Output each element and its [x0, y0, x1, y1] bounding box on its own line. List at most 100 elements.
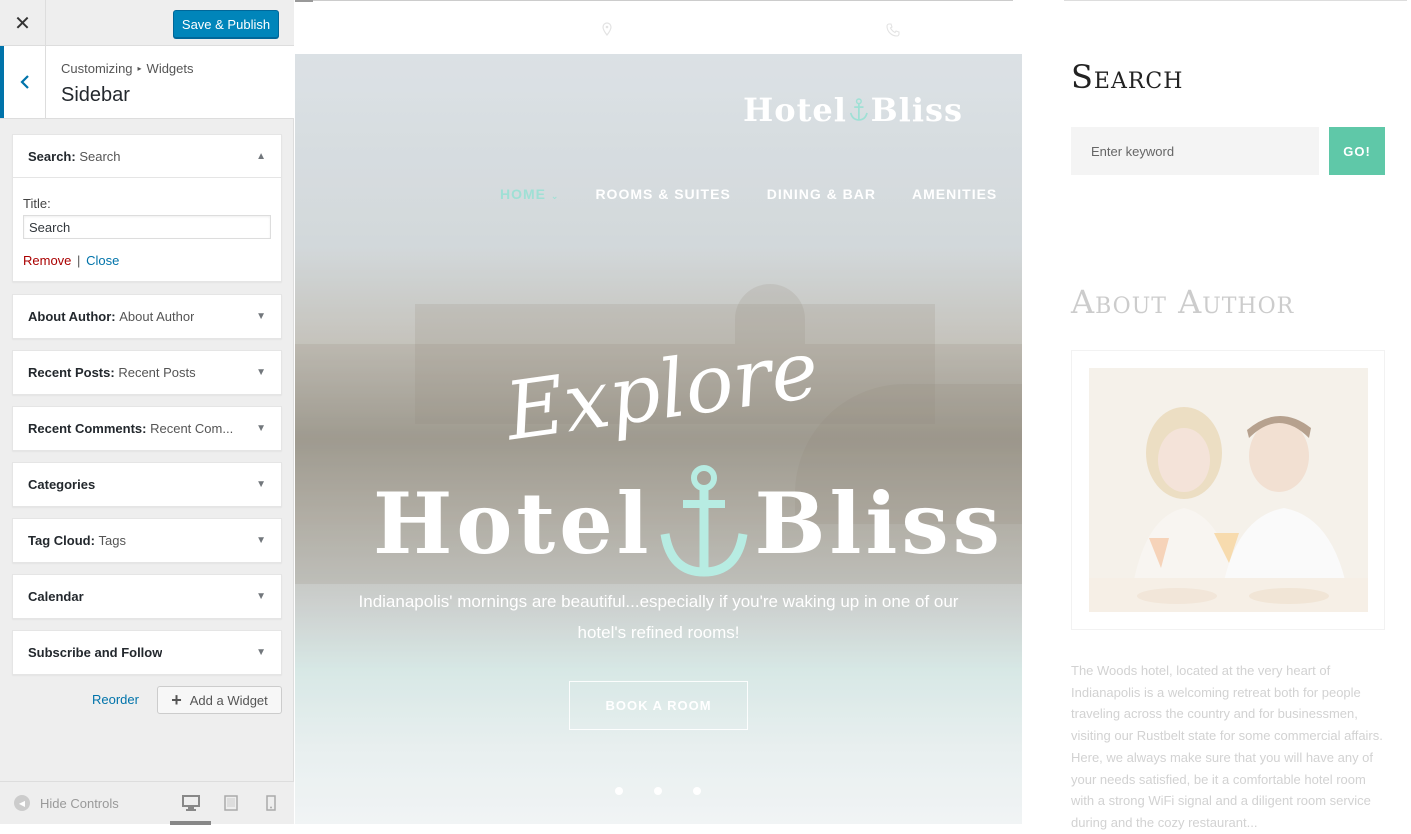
widget-calendar[interactable]: Calendar ▼: [12, 574, 282, 619]
desktop-preview-icon[interactable]: [182, 795, 200, 811]
title-label: Title:: [23, 196, 51, 211]
hero-title-word-1: Hotel: [373, 473, 653, 573]
expand-arrow-icon[interactable]: ▼: [256, 367, 266, 378]
expand-arrow-icon[interactable]: ▼: [256, 647, 266, 658]
chevron-left-icon: [19, 75, 29, 89]
widget-header[interactable]: Categories ▼: [13, 463, 281, 506]
about-author-text: The Woods hotel, located at the very hea…: [1071, 663, 1383, 830]
nav-item-dining-bar[interactable]: DINING & BAR: [767, 186, 876, 202]
expand-arrow-icon[interactable]: ▼: [256, 535, 266, 546]
location-pin-icon: [602, 22, 612, 36]
search-go-button[interactable]: GO!: [1329, 127, 1385, 175]
widget-title: Calendar: [28, 589, 84, 604]
hero-title: Hotel Bliss: [373, 464, 1004, 582]
collapse-icon: ◀: [14, 795, 30, 811]
reorder-link[interactable]: Reorder: [92, 692, 139, 707]
widget-header[interactable]: Search: Search ▲: [13, 135, 281, 178]
widget-title: Categories: [28, 477, 96, 492]
hero-slider: Hotel Bliss HOME ⌄ ROOMS & SUITES DINING…: [295, 54, 1022, 824]
customizer-header: ✕ Save & Publish: [0, 0, 294, 46]
site-sidebar: Search GO! About Author The Woods hotel,…: [1064, 0, 1411, 830]
plus-icon: +: [171, 690, 182, 710]
slider-dot-active[interactable]: [654, 787, 662, 795]
logo-word-1: Hotel: [743, 91, 847, 129]
widget-actions: Remove | Close: [23, 253, 271, 268]
expand-arrow-icon[interactable]: ▼: [256, 591, 266, 602]
widget-title: Search: Search: [28, 148, 121, 164]
active-device-indicator: [170, 821, 211, 825]
widget-title: Recent Posts: Recent Posts: [28, 365, 196, 380]
section-title: Sidebar: [61, 84, 130, 106]
slider-dot[interactable]: [693, 787, 701, 795]
tablet-preview-icon[interactable]: [224, 795, 238, 811]
nav-item-home[interactable]: HOME ⌄: [500, 186, 559, 202]
widget-header[interactable]: Calendar ▼: [13, 575, 281, 618]
phone-icon: [886, 23, 900, 37]
widget-body: Title: Remove | Close: [13, 178, 281, 268]
widget-categories[interactable]: Categories ▼: [12, 462, 282, 507]
back-button[interactable]: [0, 46, 46, 118]
breadcrumb-separator-icon: ▸: [137, 64, 142, 73]
widget-title: Subscribe and Follow: [28, 645, 163, 660]
preview-topbar: [295, 0, 1022, 54]
widget-search: Search: Search ▲ Title: Remove | Close: [12, 134, 282, 282]
close-icon: ✕: [14, 12, 31, 35]
widget-title: Recent Comments: Recent Com...: [28, 421, 234, 436]
section-header: Customizing ▸ Widgets Sidebar: [0, 46, 294, 119]
topbar-divider: [313, 0, 1013, 1]
widget-header[interactable]: Tag Cloud: Tags ▼: [13, 519, 281, 562]
remove-link[interactable]: Remove: [23, 253, 71, 268]
widget-header[interactable]: About Author: About Author ▼: [13, 295, 281, 338]
book-room-button[interactable]: BOOK A ROOM: [569, 681, 748, 730]
hide-controls-button[interactable]: ◀ Hide Controls: [14, 795, 119, 811]
main-navigation: HOME ⌄ ROOMS & SUITES DINING & BAR AMENI…: [500, 186, 997, 202]
author-photo-frame: [1071, 350, 1385, 630]
widget-title: About Author: About Author: [28, 309, 195, 324]
widget-header[interactable]: Recent Comments: Recent Com... ▼: [13, 407, 281, 450]
sidebar-top-divider: [1064, 0, 1407, 1]
slider-dot[interactable]: [615, 787, 623, 795]
close-customizer-button[interactable]: ✕: [0, 0, 46, 46]
about-author-heading: About Author: [1071, 283, 1295, 321]
add-widget-label: Add a Widget: [189, 692, 268, 708]
widget-subscribe-follow[interactable]: Subscribe and Follow ▼: [12, 630, 282, 675]
site-preview: Hotel Bliss HOME ⌄ ROOMS & SUITES DINING…: [295, 0, 1411, 830]
widget-header[interactable]: Subscribe and Follow ▼: [13, 631, 281, 674]
expand-arrow-icon[interactable]: ▼: [256, 479, 266, 490]
action-separator: |: [77, 253, 81, 268]
expand-arrow-icon[interactable]: ▼: [256, 423, 266, 434]
widget-recent-posts[interactable]: Recent Posts: Recent Posts ▼: [12, 350, 282, 395]
widget-tag-cloud[interactable]: Tag Cloud: Tags ▼: [12, 518, 282, 563]
hero-tagline: Indianapolis' mornings are beautiful...e…: [358, 592, 959, 642]
nav-item-amenities[interactable]: AMENITIES: [912, 186, 997, 202]
breadcrumb: Customizing ▸ Widgets: [61, 61, 194, 76]
title-field[interactable]: [23, 215, 271, 239]
search-input[interactable]: [1071, 127, 1319, 175]
widget-area-actions: Reorder + Add a Widget: [0, 686, 294, 714]
close-link[interactable]: Close: [86, 253, 119, 268]
collapse-arrow-icon[interactable]: ▲: [256, 151, 266, 162]
customizer-panel: ✕ Save & Publish Customizing ▸ Widgets Sid…: [0, 0, 294, 825]
hero-title-word-2: Bliss: [754, 473, 1004, 573]
logo-word-2: Bliss: [870, 91, 963, 129]
widget-header[interactable]: Recent Posts: Recent Posts ▼: [13, 351, 281, 394]
site-logo[interactable]: Hotel Bliss: [743, 88, 963, 132]
anchor-icon: [660, 465, 747, 577]
chevron-down-icon: ⌄: [550, 191, 560, 201]
customizer-footer: ◀ Hide Controls: [0, 781, 294, 825]
anchor-icon: [849, 98, 868, 121]
topbar-accent: [295, 0, 313, 2]
breadcrumb-root: Customizing: [61, 61, 133, 76]
hide-controls-label: Hide Controls: [40, 795, 119, 811]
mobile-preview-icon[interactable]: [266, 795, 276, 811]
nav-item-rooms-suites[interactable]: ROOMS & SUITES: [595, 186, 730, 202]
search-widget-heading: Search: [1071, 58, 1184, 96]
widget-recent-comments[interactable]: Recent Comments: Recent Com... ▼: [12, 406, 282, 451]
add-widget-button[interactable]: + Add a Widget: [157, 686, 282, 714]
author-photo: [1089, 368, 1368, 612]
widget-about-author[interactable]: About Author: About Author ▼: [12, 294, 282, 339]
expand-arrow-icon[interactable]: ▼: [256, 311, 266, 322]
widget-title: Tag Cloud: Tags: [28, 533, 127, 548]
breadcrumb-current: Widgets: [146, 61, 194, 76]
save-publish-button[interactable]: Save & Publish: [173, 10, 279, 38]
